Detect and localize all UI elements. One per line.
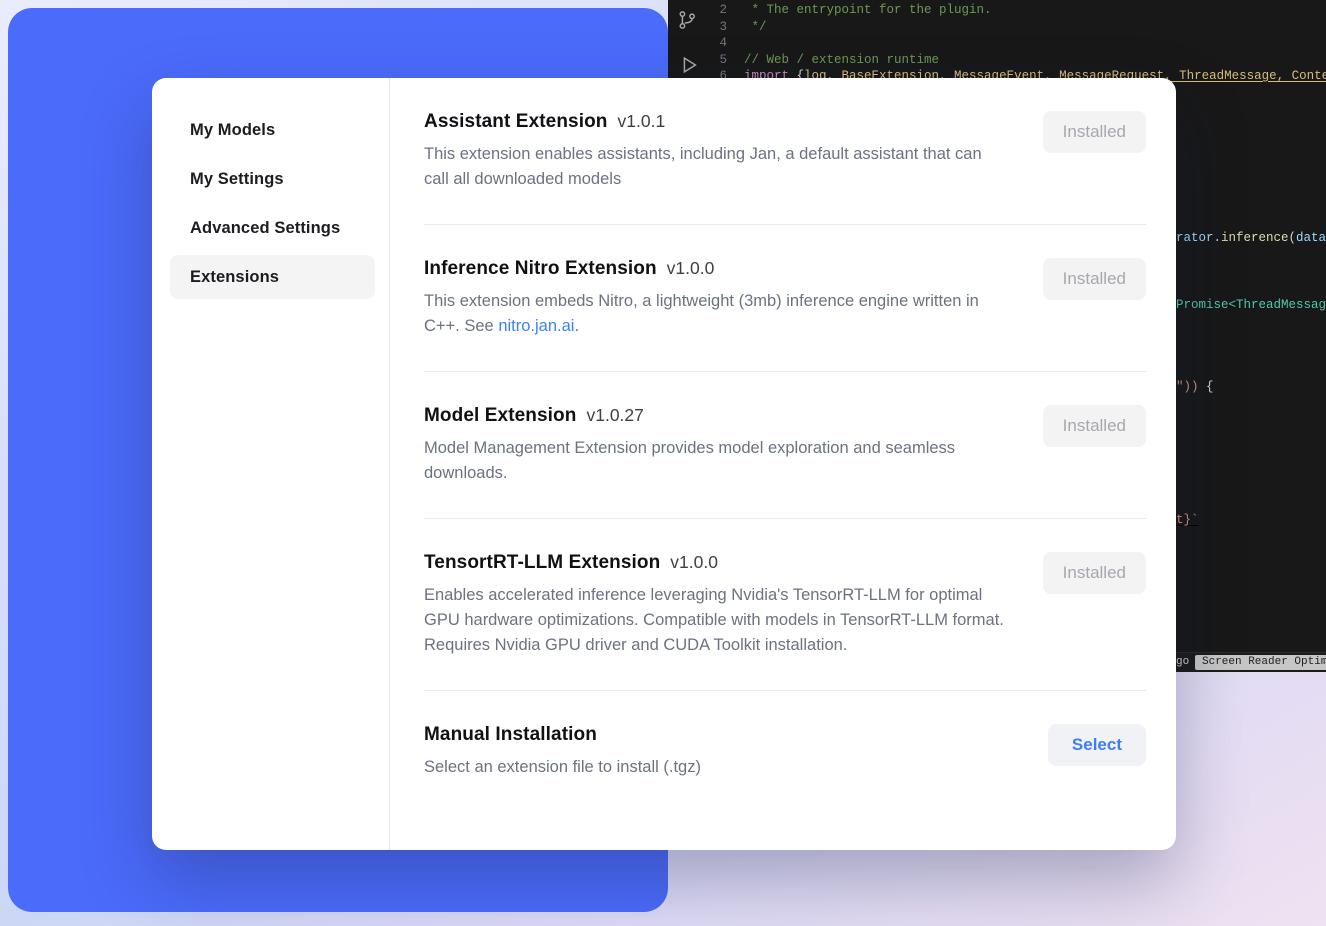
code-text: // Web / extension runtime [744, 52, 939, 69]
installed-button[interactable]: Installed [1043, 258, 1146, 300]
code-fragment: rator.inference(data)); [1176, 230, 1326, 246]
manual-installation-title: Manual Installation [424, 724, 597, 745]
sidebar-item-extensions[interactable]: Extensions [170, 255, 375, 299]
extension-row-assistant: Assistant Extension v1.0.1 This extension… [424, 78, 1146, 225]
extension-row-tensorrt: TensortRT-LLM Extension v1.0.0 Enables ac… [424, 519, 1146, 691]
extension-version: v1.0.0 [667, 258, 715, 278]
sidebar-item-my-settings[interactable]: My Settings [170, 157, 375, 201]
nitro-jan-ai-link[interactable]: nitro.jan.ai [498, 317, 574, 335]
code-fragment: t}` [1176, 512, 1199, 528]
code-text: * The entrypoint for the plugin. [744, 2, 992, 19]
select-file-button[interactable]: Select [1048, 724, 1146, 766]
installed-button[interactable]: Installed [1043, 552, 1146, 594]
screen-reader-badge[interactable]: Screen Reader Optimized [1195, 655, 1326, 670]
line-number: 5 [668, 52, 744, 69]
extension-row-nitro: Inference Nitro Extension v1.0.0 This ext… [424, 225, 1146, 372]
code-text: */ [744, 19, 767, 36]
code-line: 2 * The entrypoint for the plugin. [668, 2, 1326, 19]
extension-title: Model Extension [424, 405, 576, 426]
extension-description: Model Management Extension provides mode… [424, 436, 1010, 486]
extension-title: Inference Nitro Extension [424, 258, 657, 279]
extension-description: This extension embeds Nitro, a lightweig… [424, 289, 1010, 339]
line-number: 4 [668, 35, 744, 52]
code-line: 5// Web / extension runtime [668, 52, 1326, 69]
extension-title: Assistant Extension [424, 111, 608, 132]
sidebar-item-my-models[interactable]: My Models [170, 108, 375, 152]
extensions-panel: Assistant Extension v1.0.1 This extension… [390, 78, 1176, 850]
extension-description: Enables accelerated inference leveraging… [424, 583, 1010, 658]
extension-description: This extension enables assistants, inclu… [424, 142, 1010, 192]
line-number: 2 [668, 2, 744, 19]
extension-version: v1.0.1 [618, 111, 666, 131]
code-fragment: ")) { [1176, 379, 1214, 395]
line-number: 3 [668, 19, 744, 36]
manual-installation-description: Select an extension file to install (.tg… [424, 755, 1010, 780]
extension-version: v1.0.27 [586, 405, 643, 425]
code-fragment: Promise<ThreadMessage> [1176, 297, 1326, 313]
sidebar-item-advanced-settings[interactable]: Advanced Settings [170, 206, 375, 250]
extension-version: v1.0.0 [670, 552, 718, 572]
installed-button[interactable]: Installed [1043, 405, 1146, 447]
code-area: 2 * The entrypoint for the plugin. 3 */ … [668, 2, 1326, 85]
code-line: 3 */ [668, 19, 1326, 36]
installed-button[interactable]: Installed [1043, 111, 1146, 153]
extension-title: TensortRT-LLM Extension [424, 552, 660, 573]
settings-sidebar: My Models My Settings Advanced Settings … [152, 78, 390, 850]
manual-installation-row: Manual Installation Select an extension … [424, 691, 1146, 804]
settings-modal: My Models My Settings Advanced Settings … [152, 78, 1176, 850]
extension-row-model: Model Extension v1.0.27 Model Management … [424, 372, 1146, 519]
status-text: go [1176, 656, 1189, 668]
code-line: 4 [668, 35, 1326, 52]
